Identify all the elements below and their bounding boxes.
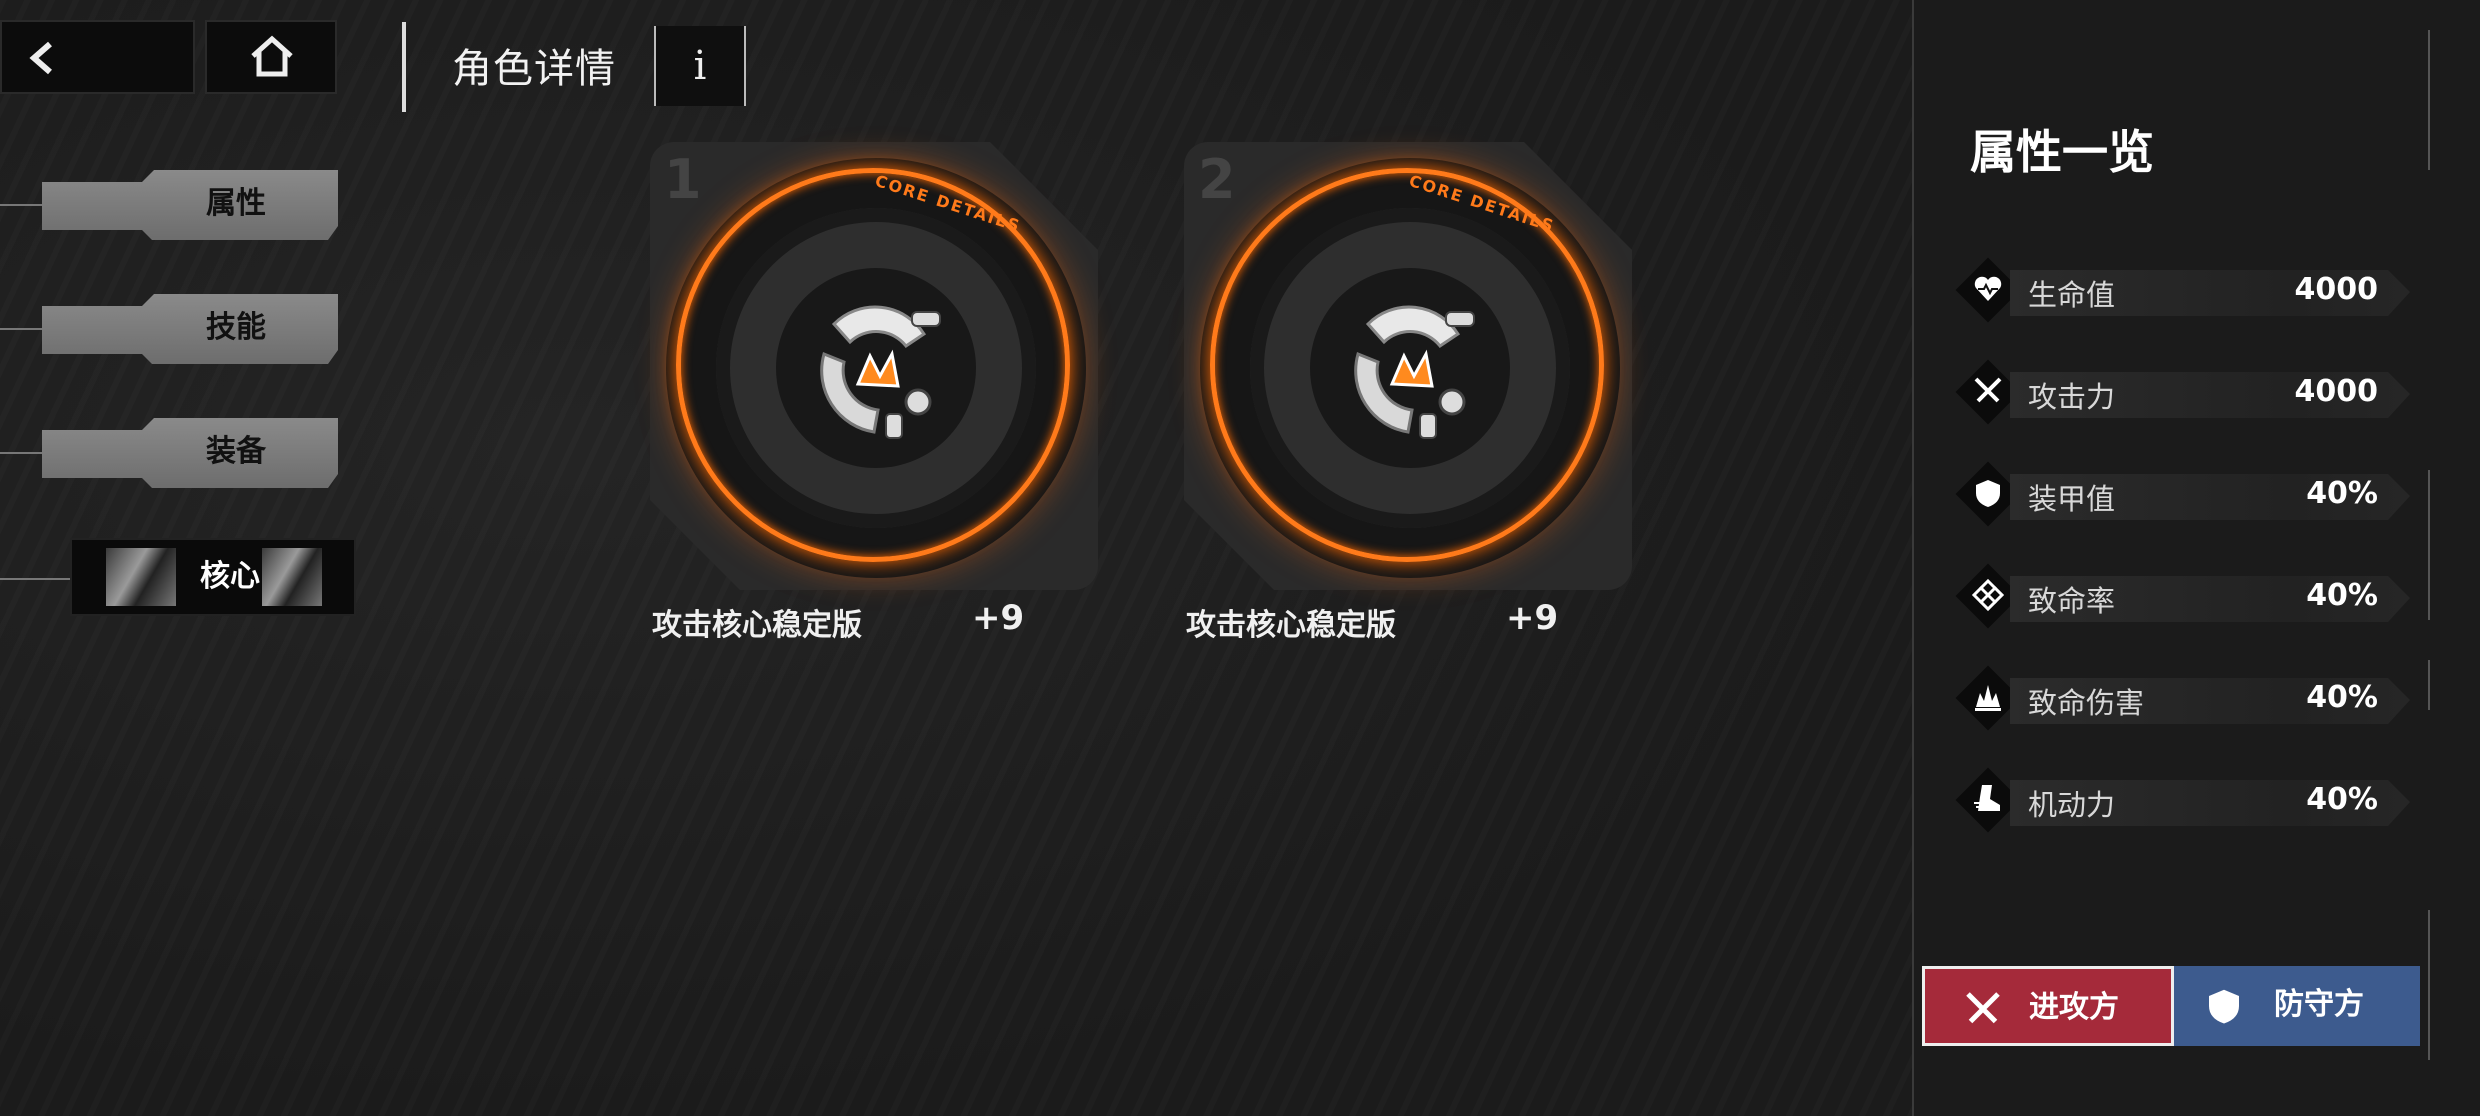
tab-decoration [262, 548, 322, 606]
stat-value: 40% [2306, 578, 2378, 613]
home-icon [251, 35, 293, 77]
panel-title: 属性一览 [1970, 125, 2154, 179]
back-button[interactable] [0, 20, 195, 94]
crossed-swords-icon [1974, 377, 2002, 403]
core-slot-number: 1 [664, 148, 702, 211]
defender-button[interactable]: 防守方 [2174, 966, 2420, 1046]
tab-core-label: 核心 [200, 559, 260, 594]
stat-label: 致命率 [2028, 584, 2116, 618]
panel-deco-line [2428, 910, 2430, 1060]
crit-diamond-icon [1972, 578, 2004, 612]
crossed-swords-icon [1966, 992, 2000, 1024]
heart-icon [1974, 276, 2002, 301]
panel-deco-line [2428, 30, 2430, 170]
tab-connector [0, 578, 72, 580]
stat-label: 机动力 [2028, 788, 2116, 822]
stat-value: 40% [2306, 782, 2378, 817]
info-button[interactable]: i [654, 26, 746, 106]
boot-icon [1974, 785, 2000, 811]
panel-deco-line [2428, 660, 2430, 710]
tab-decoration [106, 548, 176, 606]
core-emblem-icon [820, 305, 941, 439]
tab-core[interactable]: 核心 [72, 540, 354, 614]
stat-row-hp: 生命值 4000 [1955, 257, 2420, 323]
stat-value: 4000 [2294, 272, 2379, 307]
stat-label: 致命伤害 [2028, 686, 2145, 720]
stat-value: 40% [2306, 476, 2378, 511]
home-button[interactable] [205, 20, 337, 94]
stat-label: 装甲值 [2028, 482, 2116, 516]
core-card[interactable]: 2 CORE DETAILS [1184, 142, 1632, 594]
core-card[interactable]: 1 CORE DETAILS [650, 142, 1098, 594]
stat-label: 攻击力 [2028, 380, 2116, 414]
stat-label: 生命值 [2028, 278, 2116, 312]
attribute-panel: 属性一览 生命值 4000 攻击力 4000 装甲值 40% 致命率 40% 致… [1912, 0, 2480, 1116]
stat-row-armor: 装甲值 40% [1955, 461, 2420, 527]
explosion-icon [1975, 685, 2001, 711]
panel-deco-line [2428, 470, 2430, 620]
core-name: 攻击核心稳定版 [652, 608, 862, 643]
stat-row-attack: 攻击力 4000 [1955, 359, 2420, 425]
defender-label: 防守方 [2274, 987, 2364, 1022]
tab-connector [0, 452, 42, 454]
tab-connector [0, 204, 42, 206]
stat-row-crit-rate: 致命率 40% [1955, 563, 2420, 629]
core-level: +9 [1506, 598, 1559, 638]
stat-row-mobility: 机动力 40% [1955, 767, 2420, 833]
stat-value: 40% [2306, 680, 2378, 715]
shield-icon [2209, 989, 2239, 1024]
title-divider [402, 22, 406, 112]
tab-connector [0, 328, 42, 330]
attacker-button[interactable]: 进攻方 [1922, 966, 2174, 1046]
core-name: 攻击核心稳定版 [1186, 608, 1396, 643]
core-level: +9 [972, 598, 1025, 638]
attacker-label: 进攻方 [2029, 990, 2119, 1025]
page-title: 角色详情 [452, 46, 616, 92]
stat-row-crit-damage: 致命伤害 40% [1955, 665, 2420, 731]
chevron-left-icon [29, 41, 52, 75]
core-slot-number: 2 [1198, 148, 1236, 211]
shield-icon [1976, 480, 2000, 507]
core-emblem-icon [1354, 305, 1475, 439]
stat-value: 4000 [2294, 374, 2379, 409]
